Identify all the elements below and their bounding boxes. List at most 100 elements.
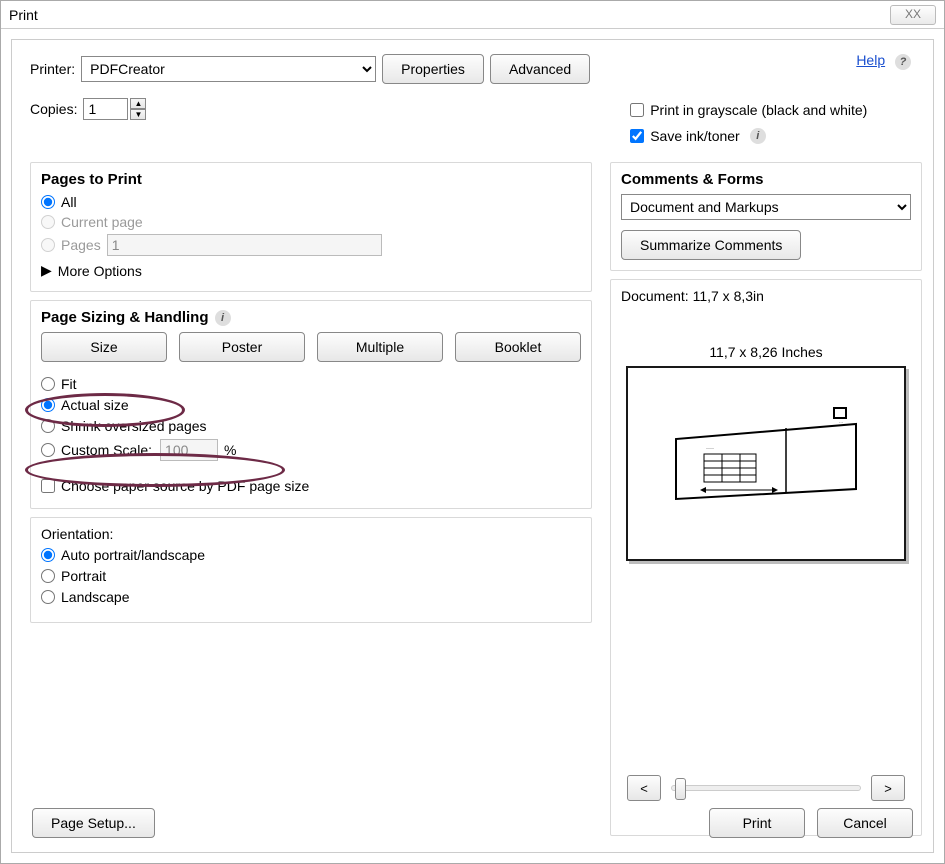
custom-scale-radio[interactable] [41, 443, 55, 457]
cancel-button[interactable]: Cancel [817, 808, 913, 838]
sizing-title-text: Page Sizing & Handling [41, 309, 209, 326]
grayscale-label: Print in grayscale (black and white) [650, 102, 867, 118]
help-link[interactable]: Help [856, 52, 885, 68]
preview-slider-thumb[interactable] [675, 778, 686, 800]
document-dimensions: Document: 11,7 x 8,3in [621, 288, 764, 304]
print-dialog: Print XX Help ? Printer: PDFCreator Prop… [0, 0, 945, 864]
shrink-label: Shrink oversized pages [61, 418, 207, 434]
copies-step-down[interactable]: ▼ [130, 109, 146, 120]
actual-size-row: Actual size [41, 397, 581, 413]
shrink-row: Shrink oversized pages [41, 418, 581, 434]
copies-label: Copies: [30, 101, 77, 117]
info-icon[interactable]: i [215, 310, 231, 326]
multiple-tab-button[interactable]: Multiple [317, 332, 443, 362]
pages-all-radio[interactable] [41, 195, 55, 209]
help-area: Help ? [856, 52, 911, 70]
preview-panel: Document: 11,7 x 8,3in 11,7 x 8,26 Inche… [610, 279, 922, 836]
sizing-panel-title: Page Sizing & Handling i [41, 309, 581, 326]
comments-panel-title: Comments & Forms [621, 171, 911, 188]
printer-select[interactable]: PDFCreator [81, 56, 376, 82]
dialog-body: Help ? Printer: PDFCreator Properties Ad… [11, 39, 934, 853]
pages-panel: Pages to Print All Current page Pages [30, 162, 592, 292]
chevron-right-icon: ▶ [41, 262, 52, 279]
top-left: Printer: PDFCreator Properties Advanced … [30, 54, 590, 146]
pages-range-row: Pages [41, 234, 581, 256]
pages-range-radio [41, 238, 55, 252]
copies-row: Copies: ▲ ▼ [30, 98, 590, 120]
preview-prev-button[interactable]: < [627, 775, 661, 801]
svg-text:···: ··· [839, 420, 843, 425]
fit-row: Fit [41, 376, 581, 392]
actual-size-radio[interactable] [41, 398, 55, 412]
pages-current-radio [41, 215, 55, 229]
summarize-comments-button[interactable]: Summarize Comments [621, 230, 801, 260]
percent-label: % [224, 442, 236, 458]
orient-auto-label: Auto portrait/landscape [61, 547, 205, 563]
custom-scale-row: Custom Scale: % [41, 439, 581, 461]
orientation-panel: Orientation: Auto portrait/landscape Por… [30, 517, 592, 623]
preview-slider[interactable] [671, 785, 861, 791]
copies-input[interactable] [83, 98, 128, 120]
print-button[interactable]: Print [709, 808, 805, 838]
right-column: Comments & Forms Document and Markups Su… [610, 162, 922, 836]
size-tab-button[interactable]: Size [41, 332, 167, 362]
orient-portrait-radio[interactable] [41, 569, 55, 583]
pages-range-label: Pages [61, 237, 101, 253]
booklet-tab-button[interactable]: Booklet [455, 332, 581, 362]
poster-tab-button[interactable]: Poster [179, 332, 305, 362]
comments-panel: Comments & Forms Document and Markups Su… [610, 162, 922, 271]
top-section: Printer: PDFCreator Properties Advanced … [30, 54, 915, 146]
advanced-button[interactable]: Advanced [490, 54, 590, 84]
orient-landscape-row: Landscape [41, 589, 581, 605]
main-columns: Pages to Print All Current page Pages [30, 162, 915, 836]
preview-next-button[interactable]: > [871, 775, 905, 801]
comments-select[interactable]: Document and Markups [621, 194, 911, 220]
pages-current-row: Current page [41, 214, 581, 230]
pages-panel-title: Pages to Print [41, 171, 581, 188]
shrink-radio[interactable] [41, 419, 55, 433]
orient-auto-row: Auto portrait/landscape [41, 547, 581, 563]
orient-auto-radio[interactable] [41, 548, 55, 562]
printer-label: Printer: [30, 61, 75, 77]
window-title: Print [9, 1, 38, 29]
close-icon: XX [905, 0, 921, 28]
copies-stepper: ▲ ▼ [130, 98, 146, 120]
copies-step-up[interactable]: ▲ [130, 98, 146, 109]
titlebar: Print XX [1, 1, 944, 29]
orientation-title: Orientation: [41, 526, 581, 542]
left-column: Pages to Print All Current page Pages [30, 162, 592, 836]
pages-all-label: All [61, 194, 77, 210]
grayscale-row: Print in grayscale (black and white) [630, 102, 867, 118]
preview-nav-row: < > [621, 775, 911, 801]
close-button[interactable]: XX [890, 5, 936, 25]
right-buttons: Print Cancel [709, 808, 913, 838]
more-options-label: More Options [58, 263, 142, 279]
orient-landscape-radio[interactable] [41, 590, 55, 604]
custom-scale-label: Custom Scale: [61, 442, 152, 458]
choose-paper-checkbox[interactable] [41, 479, 55, 493]
saveink-checkbox[interactable] [630, 129, 644, 143]
help-icon[interactable]: ? [895, 54, 911, 70]
svg-text:····: ···· [706, 446, 714, 452]
more-options-toggle[interactable]: ▶ More Options [41, 262, 581, 279]
fit-label: Fit [61, 376, 77, 392]
choose-paper-label: Choose paper source by PDF page size [61, 478, 309, 494]
info-icon[interactable]: i [750, 128, 766, 144]
page-setup-button[interactable]: Page Setup... [32, 808, 155, 838]
custom-scale-input [160, 439, 218, 461]
properties-button[interactable]: Properties [382, 54, 484, 84]
saveink-row: Save ink/toner i [630, 128, 766, 144]
sizing-panel: Page Sizing & Handling i Size Poster Mul… [30, 300, 592, 509]
grayscale-checkbox[interactable] [630, 103, 644, 117]
sizing-button-row: Size Poster Multiple Booklet [41, 332, 581, 362]
orient-portrait-row: Portrait [41, 568, 581, 584]
actual-size-label: Actual size [61, 397, 129, 413]
pages-all-row: All [41, 194, 581, 210]
orient-landscape-label: Landscape [61, 589, 130, 605]
preview-caption: 11,7 x 8,26 Inches [709, 344, 822, 360]
pages-range-input [107, 234, 382, 256]
printer-row: Printer: PDFCreator Properties Advanced [30, 54, 590, 84]
choose-paper-row: Choose paper source by PDF page size [41, 478, 309, 494]
bottom-row: Page Setup... Print Cancel [32, 808, 913, 838]
fit-radio[interactable] [41, 377, 55, 391]
